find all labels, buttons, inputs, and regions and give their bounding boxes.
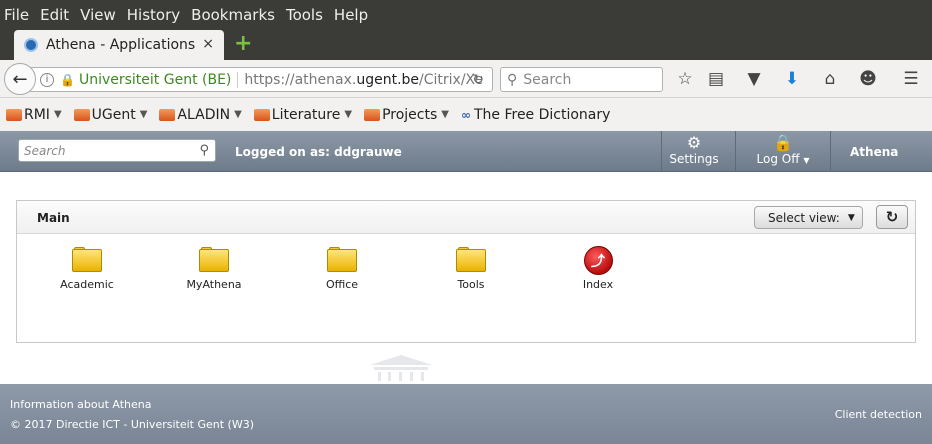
settings-label: Settings xyxy=(669,152,719,166)
tab-close-icon[interactable]: × xyxy=(202,36,214,52)
chevron-down-icon: ▼ xyxy=(847,212,855,223)
select-view-label: Select view: xyxy=(768,210,840,225)
index-app-icon: ⤴ xyxy=(583,246,613,275)
app-academic[interactable]: Academic xyxy=(42,247,132,291)
search-icon: ⚲ xyxy=(507,71,518,88)
dictionary-icon: ∞ xyxy=(460,107,471,122)
reading-list-icon[interactable]: ▤ xyxy=(705,69,727,89)
log-off-label: Log Off ▼ xyxy=(756,152,810,166)
url-bar[interactable]: i 🔒 Universiteit Gent (BE) https://athen… xyxy=(30,67,493,92)
athena-favicon-icon xyxy=(24,38,38,52)
site-identity[interactable]: Universiteit Gent (BE) xyxy=(79,72,231,88)
tab-strip: Athena - Applications × + xyxy=(0,29,932,60)
app-label: Office xyxy=(325,278,359,291)
panel-header: Main Select view: ▼ ↻ xyxy=(17,201,915,234)
chevron-down-icon: ▼ xyxy=(803,156,810,165)
refresh-icon: ↻ xyxy=(885,208,899,226)
menu-file[interactable]: File xyxy=(4,6,29,24)
athena-search-input[interactable]: Search ⚲ xyxy=(18,139,216,162)
tab-athena[interactable]: Athena - Applications × xyxy=(14,30,224,60)
header-divider xyxy=(661,131,662,172)
gear-icon: ⚙ xyxy=(686,133,702,152)
copyright-text: © 2017 Directie ICT - Universiteit Gent … xyxy=(10,418,254,431)
back-button[interactable]: ← xyxy=(4,63,36,95)
app-tools[interactable]: Tools xyxy=(426,247,516,291)
menu-bookmarks[interactable]: Bookmarks xyxy=(191,6,275,24)
bookmark-free-dictionary[interactable]: ∞ The Free Dictionary xyxy=(461,107,610,123)
bookmark-aladin[interactable]: ALADIN ▼ xyxy=(159,107,242,123)
folder-icon xyxy=(327,247,357,272)
menu-tools[interactable]: Tools xyxy=(286,6,323,24)
info-icon[interactable]: i xyxy=(40,72,54,87)
bookmark-folder-icon xyxy=(364,108,381,121)
home-icon[interactable]: ⌂ xyxy=(819,69,841,89)
logged-on-label: Logged on as: ddgrauwe xyxy=(235,145,402,159)
reload-icon[interactable]: ↻ xyxy=(472,72,484,88)
folder-icon xyxy=(72,247,102,272)
new-tab-icon[interactable]: + xyxy=(234,33,252,55)
bookmarks-toolbar: RMI ▼ UGent ▼ ALADIN ▼ Literature ▼ Projects… xyxy=(0,98,932,131)
athena-header: Search ⚲ Logged on as: ddgrauwe ⚙ Settin… xyxy=(0,131,932,172)
hamburger-menu-icon[interactable]: ☰ xyxy=(900,69,922,89)
app-label: Academic xyxy=(60,278,114,291)
chevron-down-icon: ▼ xyxy=(234,109,242,120)
app-label: Tools xyxy=(457,278,485,291)
app-label: Index xyxy=(582,278,614,291)
header-divider xyxy=(830,131,831,172)
pocket-icon[interactable]: ▼ xyxy=(743,69,765,89)
app-index[interactable]: ⤴ Index xyxy=(553,246,643,291)
client-detection-link[interactable]: Client detection xyxy=(835,408,922,421)
back-arrow-icon: ← xyxy=(12,68,28,90)
app-office[interactable]: Office xyxy=(297,247,387,291)
folder-icon xyxy=(456,247,486,272)
chevron-down-icon: ▼ xyxy=(344,109,353,120)
lock-icon: 🔒 xyxy=(773,133,793,152)
lock-icon: 🔒 xyxy=(60,72,75,87)
download-icon[interactable]: ⬇ xyxy=(781,69,803,89)
chevron-down-icon: ▼ xyxy=(53,109,62,120)
menu-edit[interactable]: Edit xyxy=(40,6,69,24)
search-icon[interactable]: ⚲ xyxy=(199,143,209,158)
browser-search-input[interactable]: ⚲ Search xyxy=(500,67,663,92)
bookmark-projects[interactable]: Projects ▼ xyxy=(364,107,449,123)
about-athena-link[interactable]: Information about Athena xyxy=(10,398,152,411)
browser-search-placeholder: Search xyxy=(523,71,572,88)
navigation-toolbar: i 🔒 Universiteit Gent (BE) https://athen… xyxy=(0,60,932,98)
select-view-dropdown[interactable]: Select view: ▼ xyxy=(754,206,863,229)
app-myathena[interactable]: MyAthena xyxy=(169,247,259,291)
chevron-down-icon: ▼ xyxy=(441,109,449,120)
menu-bar: File Edit View History Bookmarks Tools H… xyxy=(0,0,932,29)
site-name[interactable]: Athena xyxy=(850,145,898,159)
app-label: MyAthena xyxy=(186,278,242,291)
header-divider xyxy=(735,131,736,172)
panel-title: Main xyxy=(37,211,70,225)
refresh-button[interactable]: ↻ xyxy=(876,205,908,229)
athena-search-placeholder: Search xyxy=(24,143,66,158)
log-off-button[interactable]: 🔒 Log Off ▼ xyxy=(750,133,816,167)
bookmark-rmi[interactable]: RMI ▼ xyxy=(6,107,62,123)
url-text[interactable]: https://athenax.ugent.be/Citrix/Xe xyxy=(244,72,483,88)
tab-title: Athena - Applications xyxy=(46,37,196,53)
ugent-watermark-logo xyxy=(370,355,432,381)
chevron-down-icon: ▼ xyxy=(139,109,148,120)
menu-help[interactable]: Help xyxy=(334,6,368,24)
applications-panel: Main Select view: ▼ ↻ Academic MyAthena … xyxy=(16,200,916,343)
bookmark-folder-icon xyxy=(6,108,22,121)
bookmark-star-icon[interactable]: ☆ xyxy=(674,69,696,89)
emoji-icon[interactable]: ☻ xyxy=(857,69,879,89)
page-footer: Information about Athena © 2017 Directie… xyxy=(0,384,932,444)
bookmark-literature[interactable]: Literature ▼ xyxy=(253,107,353,123)
bookmark-folder-icon xyxy=(73,108,90,121)
menu-view[interactable]: View xyxy=(80,6,116,24)
bookmark-ugent[interactable]: UGent ▼ xyxy=(73,107,148,123)
menu-history[interactable]: History xyxy=(127,6,180,24)
url-separator xyxy=(237,71,239,88)
settings-button[interactable]: ⚙ Settings xyxy=(668,133,720,167)
bookmark-folder-icon xyxy=(253,108,270,121)
bookmark-folder-icon xyxy=(159,108,176,121)
folder-icon xyxy=(199,247,229,272)
